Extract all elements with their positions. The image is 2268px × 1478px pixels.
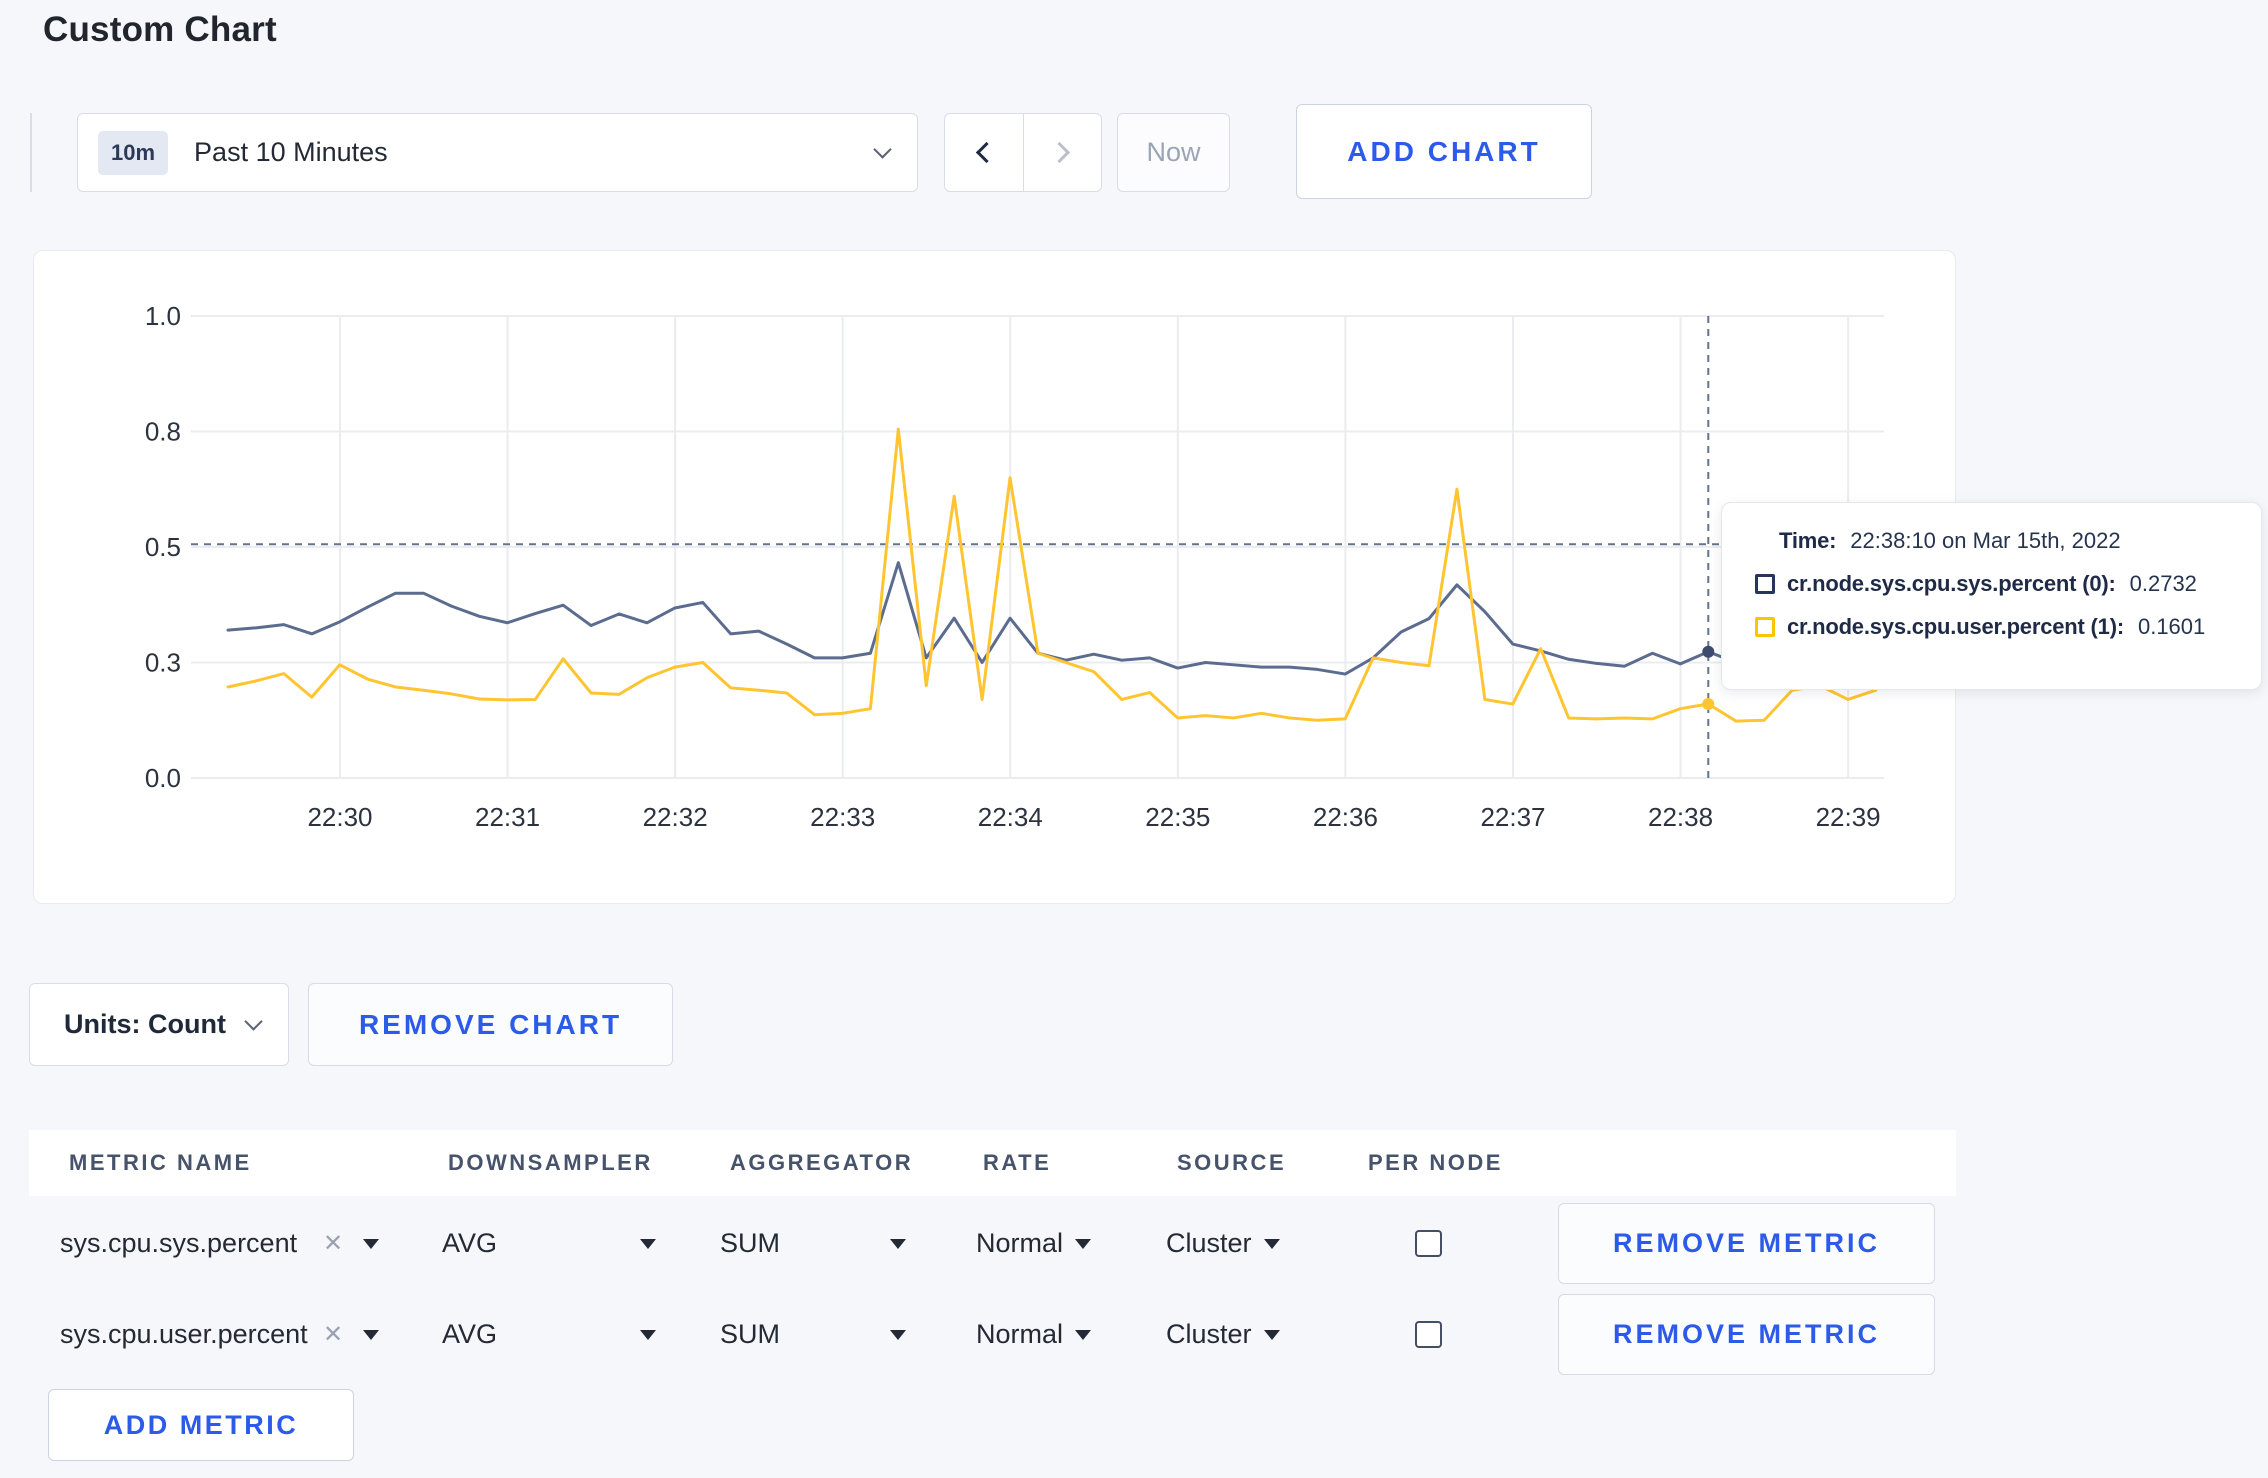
tooltip-time-value: 22:38:10 on Mar 15th, 2022 xyxy=(1850,528,2121,553)
per-node-checkbox[interactable] xyxy=(1415,1321,1442,1348)
downsampler-caret-icon[interactable] xyxy=(640,1294,656,1375)
time-range-dropdown[interactable]: 10m Past 10 Minutes xyxy=(77,113,918,192)
col-header-source: SOURCE xyxy=(1177,1150,1287,1175)
tooltip-time-label: Time: xyxy=(1779,528,1837,553)
now-button[interactable]: Now xyxy=(1117,113,1230,192)
aggregator-caret-icon[interactable] xyxy=(890,1294,906,1375)
add-metric-button[interactable]: ADD METRIC xyxy=(48,1389,354,1461)
tooltip-series-label: cr.node.sys.cpu.user.percent (1): xyxy=(1787,614,2124,639)
x-axis-tick-label: 22:31 xyxy=(475,802,540,832)
chevron-down-icon xyxy=(873,140,892,159)
tooltip-time-row: Time: 22:38:10 on Mar 15th, 2022 xyxy=(1755,528,2243,554)
x-axis-tick-label: 22:32 xyxy=(643,802,708,832)
col-header-per-node: PER NODE xyxy=(1368,1150,1503,1175)
time-nav-group xyxy=(944,113,1102,192)
downsampler-caret-icon[interactable] xyxy=(640,1203,656,1284)
units-dropdown[interactable]: Units: Count xyxy=(29,983,289,1066)
tooltip-series-value: 0.1601 xyxy=(2137,614,2206,639)
chevron-down-icon xyxy=(244,1012,263,1031)
y-axis-tick-label: 0.0 xyxy=(145,763,181,793)
remove-chart-button[interactable]: REMOVE CHART xyxy=(308,983,673,1066)
tooltip-series-swatch xyxy=(1755,574,1775,594)
aggregator-value[interactable]: SUM xyxy=(720,1203,780,1284)
rate-value: Normal xyxy=(976,1228,1064,1258)
add-chart-button[interactable]: ADD CHART xyxy=(1296,104,1592,199)
y-axis-tick-label: 0.8 xyxy=(145,417,181,447)
time-forward-button[interactable] xyxy=(1022,114,1102,191)
y-axis-tick-label: 1.0 xyxy=(145,301,181,331)
source-select[interactable]: Cluster xyxy=(1166,1294,1280,1375)
metrics-table-header: METRIC NAME DOWNSAMPLER AGGREGATOR RATE … xyxy=(29,1130,1956,1196)
metric-name-value[interactable]: sys.cpu.user.percent xyxy=(60,1294,308,1375)
y-axis-tick-label: 0.3 xyxy=(145,648,181,678)
hover-point-sys-percent xyxy=(1702,645,1715,658)
units-label: Units: Count xyxy=(64,1009,226,1039)
chart-tooltip: Time: 22:38:10 on Mar 15th, 2022 cr.node… xyxy=(1721,502,2262,690)
aggregator-caret-icon[interactable] xyxy=(890,1203,906,1284)
rate-select[interactable]: Normal xyxy=(976,1294,1092,1375)
tooltip-series-row: cr.node.sys.cpu.user.percent (1): 0.1601 xyxy=(1755,614,2243,640)
series-line-user-percent xyxy=(226,427,1878,723)
chevron-right-icon xyxy=(1048,141,1070,164)
metric-row: sys.cpu.user.percent ✕ AVG SUM Normal Cl… xyxy=(29,1294,1956,1375)
rate-value: Normal xyxy=(976,1319,1064,1349)
page-title: Custom Chart xyxy=(43,10,277,49)
metric-name-value[interactable]: sys.cpu.sys.percent xyxy=(60,1203,297,1284)
tooltip-series-value: 0.2732 xyxy=(2129,571,2197,596)
metric-row: sys.cpu.sys.percent ✕ AVG SUM Normal Clu… xyxy=(29,1203,1956,1284)
time-range-label: Past 10 Minutes xyxy=(194,137,388,167)
custom-chart-page: Custom Chart 10m Past 10 Minutes Now ADD… xyxy=(0,0,2268,1478)
x-axis-tick-label: 22:35 xyxy=(1145,802,1210,832)
metric-name-caret-icon[interactable] xyxy=(363,1203,379,1284)
col-header-rate: RATE xyxy=(983,1150,1052,1175)
x-axis-tick-label: 22:30 xyxy=(307,802,372,832)
toolbar-divider xyxy=(30,113,32,192)
y-axis-tick-label: 0.5 xyxy=(145,532,181,562)
remove-metric-button[interactable]: REMOVE METRIC xyxy=(1558,1294,1935,1375)
time-back-button[interactable] xyxy=(945,114,1023,191)
aggregator-value[interactable]: SUM xyxy=(720,1294,780,1375)
source-value: Cluster xyxy=(1166,1319,1252,1349)
downsampler-value[interactable]: AVG xyxy=(442,1203,497,1284)
chart-card: 0.0 0.3 0.5 0.8 1.0 22:30 22:31 22:32 22:33 22:34… xyxy=(33,250,1956,904)
time-range-badge: 10m xyxy=(98,130,169,175)
col-header-downsampler: DOWNSAMPLER xyxy=(448,1150,653,1175)
x-axis-tick-label: 22:34 xyxy=(978,802,1043,832)
per-node-checkbox[interactable] xyxy=(1415,1230,1442,1257)
tooltip-series-row: cr.node.sys.cpu.sys.percent (0): 0.2732 xyxy=(1755,571,2243,597)
tooltip-series-swatch xyxy=(1755,617,1775,637)
x-axis-tick-label: 22:37 xyxy=(1480,802,1545,832)
remove-metric-button[interactable]: REMOVE METRIC xyxy=(1558,1203,1935,1284)
hover-point-user-percent xyxy=(1702,698,1715,711)
x-axis-tick-label: 22:33 xyxy=(810,802,875,832)
remove-metric-x-icon[interactable]: ✕ xyxy=(323,1294,343,1375)
chart-svg[interactable]: 0.0 0.3 0.5 0.8 1.0 22:30 22:31 22:32 22:33 22:34… xyxy=(34,251,1957,905)
x-axis-tick-label: 22:39 xyxy=(1816,802,1881,832)
source-value: Cluster xyxy=(1166,1228,1252,1258)
remove-metric-x-icon[interactable]: ✕ xyxy=(323,1203,343,1284)
rate-select[interactable]: Normal xyxy=(976,1203,1092,1284)
col-header-aggregator: AGGREGATOR xyxy=(730,1150,914,1175)
col-header-metric-name: METRIC NAME xyxy=(69,1150,252,1175)
downsampler-value[interactable]: AVG xyxy=(442,1294,497,1375)
source-select[interactable]: Cluster xyxy=(1166,1203,1280,1284)
x-axis-tick-label: 22:38 xyxy=(1648,802,1713,832)
tooltip-series-label: cr.node.sys.cpu.sys.percent (0): xyxy=(1787,571,2116,596)
x-axis-tick-label: 22:36 xyxy=(1313,802,1378,832)
chevron-left-icon xyxy=(976,141,998,164)
metric-name-caret-icon[interactable] xyxy=(363,1294,379,1375)
